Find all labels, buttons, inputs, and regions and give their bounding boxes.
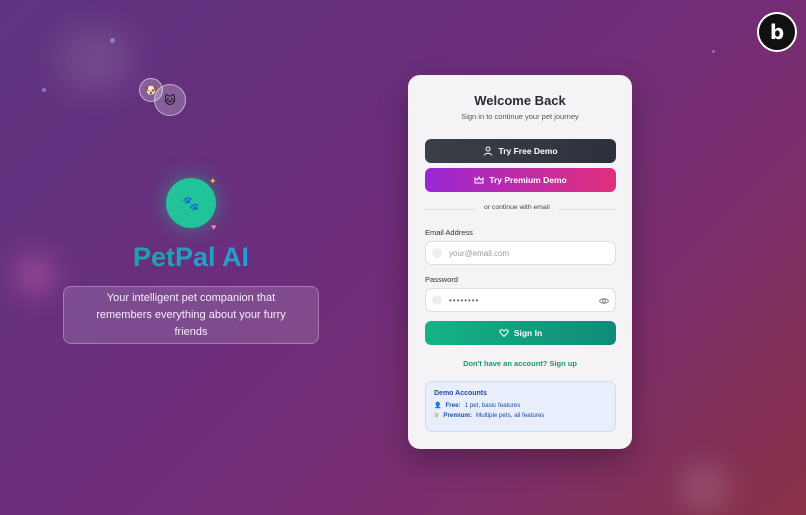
heart-icon: ♥ bbox=[211, 222, 217, 232]
try-premium-demo-button[interactable]: Try Premium Demo bbox=[425, 168, 616, 192]
eye-icon[interactable] bbox=[599, 296, 609, 306]
sparkle-icon: ✦ bbox=[209, 176, 217, 186]
password-field-wrapper bbox=[425, 288, 616, 312]
demo-accounts-box: Demo Accounts 👤 Free: 1 pet, basic featu… bbox=[425, 381, 616, 432]
sign-in-label: Sign In bbox=[513, 328, 543, 338]
pet-bubble-cat-icon: 🐱 bbox=[154, 84, 186, 116]
sign-in-button[interactable]: Sign In bbox=[425, 321, 616, 345]
login-title: Welcome Back bbox=[474, 93, 566, 108]
email-field[interactable] bbox=[449, 248, 589, 258]
email-label: Email Address bbox=[425, 228, 473, 237]
user-icon: 👤 bbox=[434, 403, 442, 409]
lock-icon bbox=[432, 295, 442, 305]
sign-up-link[interactable]: Don't have an account? Sign up bbox=[408, 359, 632, 368]
crown-icon: ♛ bbox=[434, 413, 440, 419]
login-subtitle: Sign in to continue your pet journey bbox=[461, 112, 579, 121]
demo-free-desc: 1 pet, basic features bbox=[464, 402, 521, 409]
background-blob bbox=[15, 255, 55, 295]
demo-premium-label: Premium: bbox=[443, 412, 472, 419]
background-dot bbox=[110, 38, 115, 43]
brand-name: PetPal AI bbox=[95, 242, 287, 273]
background-blob bbox=[55, 25, 135, 95]
try-free-demo-button[interactable]: Try Free Demo bbox=[425, 139, 616, 163]
try-free-demo-label: Try Free Demo bbox=[498, 146, 558, 156]
background-dot bbox=[712, 50, 715, 53]
background-dot bbox=[42, 88, 46, 92]
password-label: Password bbox=[425, 275, 458, 284]
heart-icon bbox=[499, 329, 509, 338]
email-field-wrapper bbox=[425, 241, 616, 265]
background-blob bbox=[680, 465, 730, 510]
demo-free-line: 👤 Free: 1 pet, basic features bbox=[434, 402, 607, 409]
tagline-box: Your intelligent pet companion that reme… bbox=[63, 286, 319, 344]
user-icon bbox=[484, 146, 493, 156]
badge-letter: b bbox=[769, 20, 785, 44]
tagline: Your intelligent pet companion that reme… bbox=[96, 291, 286, 338]
demo-free-label: Free: bbox=[445, 402, 461, 409]
crown-icon bbox=[474, 175, 484, 184]
bolt-badge[interactable]: b bbox=[757, 12, 797, 52]
demo-premium-desc: Multiple pets, all features bbox=[475, 412, 545, 419]
demo-accounts-title: Demo Accounts bbox=[434, 390, 488, 397]
mail-icon bbox=[432, 248, 442, 258]
password-field[interactable] bbox=[449, 295, 589, 305]
divider-text: or continue with email bbox=[476, 204, 558, 211]
login-card: Welcome Back Sign in to continue your pe… bbox=[408, 75, 632, 449]
try-premium-demo-label: Try Premium Demo bbox=[489, 175, 567, 185]
demo-premium-line: ♛ Premium: Multiple pets, all features bbox=[434, 412, 607, 419]
